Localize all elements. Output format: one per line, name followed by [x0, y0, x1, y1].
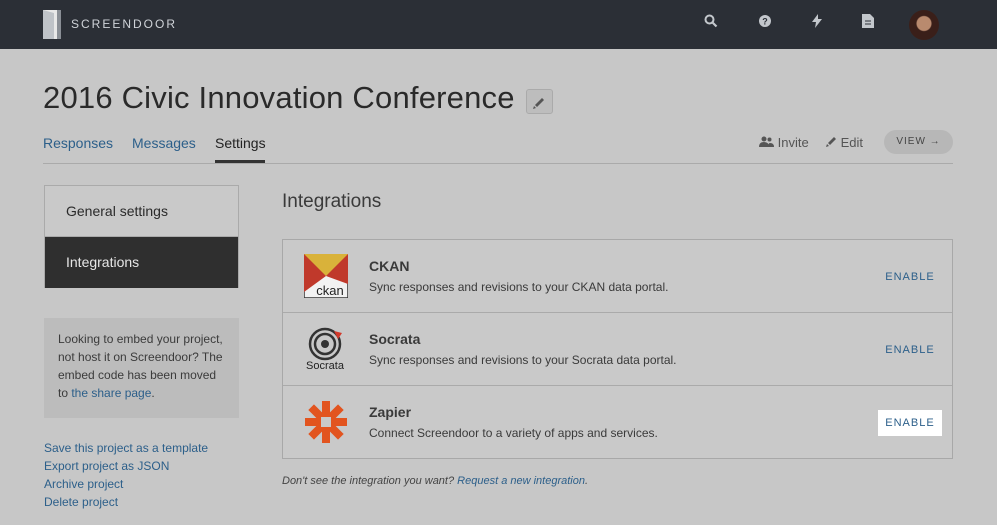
edit-label: Edit — [840, 135, 864, 150]
save-template-link[interactable]: Save this project as a template — [44, 441, 208, 455]
tab-settings[interactable]: Settings — [215, 135, 266, 151]
integration-name: Socrata — [369, 331, 421, 347]
user-avatar[interactable] — [909, 10, 939, 40]
tab-responses[interactable]: Responses — [43, 135, 113, 151]
socrata-logo-icon: Socrata — [306, 327, 345, 371]
svg-text:?: ? — [762, 17, 768, 27]
pencil-icon — [533, 98, 544, 109]
socrata-logo-text: Socrata — [306, 360, 345, 371]
settings-sidebar-menu: General settings Integrations — [44, 185, 239, 288]
footnote-text: Don't see the integration you want? — [282, 475, 458, 487]
zapier-logo-icon — [305, 401, 347, 443]
integration-description: Connect Screendoor to a variety of apps … — [369, 426, 658, 440]
enable-ckan-button[interactable]: ENABLE — [878, 264, 942, 290]
invite-label: Invite — [777, 135, 809, 150]
ckan-logo-icon: ckan — [304, 254, 348, 298]
brand-name[interactable]: SCREENDOOR — [71, 17, 177, 31]
page-title: 2016 Civic Innovation Conference — [43, 80, 515, 115]
share-page-link[interactable]: the share page — [71, 386, 151, 400]
sidebar-item-general-settings[interactable]: General settings — [45, 186, 238, 237]
integration-description: Sync responses and revisions to your CKA… — [369, 280, 669, 294]
bolt-icon[interactable] — [807, 14, 827, 34]
top-navbar: SCREENDOOR ? — [0, 0, 997, 49]
request-integration-link[interactable]: Request a new integration — [457, 475, 585, 487]
embed-note: Looking to embed your project, not host … — [44, 318, 239, 418]
integration-row-socrata: Socrata Socrata Sync responses and revis… — [283, 313, 952, 386]
pencil-icon — [826, 137, 836, 147]
integrations-list: ckan CKAN Sync responses and revisions t… — [282, 239, 953, 459]
request-integration-note: Don't see the integration you want? Requ… — [282, 475, 588, 487]
integration-row-zapier: Zapier Connect Screendoor to a variety o… — [283, 386, 952, 459]
integration-name: CKAN — [369, 258, 410, 274]
ckan-logo-text: ckan — [316, 283, 343, 298]
section-title: Integrations — [282, 191, 382, 212]
invite-button[interactable]: Invite — [759, 135, 809, 150]
view-button[interactable]: VIEW → — [884, 130, 953, 154]
edit-title-button[interactable] — [526, 89, 553, 114]
integration-description: Sync responses and revisions to your Soc… — [369, 353, 677, 367]
enable-zapier-button[interactable]: ENABLE — [878, 410, 942, 436]
users-icon — [759, 136, 774, 147]
tab-messages[interactable]: Messages — [132, 135, 196, 151]
archive-project-link[interactable]: Archive project — [44, 477, 123, 491]
edit-button[interactable]: Edit — [826, 135, 863, 150]
help-icon[interactable]: ? — [755, 14, 775, 34]
search-icon[interactable] — [701, 14, 721, 34]
embed-note-suffix: . — [151, 386, 155, 400]
document-icon[interactable] — [858, 14, 878, 34]
tabs-divider — [43, 163, 953, 164]
integration-name: Zapier — [369, 404, 412, 420]
export-json-link[interactable]: Export project as JSON — [44, 459, 169, 473]
delete-project-link[interactable]: Delete project — [44, 495, 118, 509]
integration-row-ckan: ckan CKAN Sync responses and revisions t… — [283, 240, 952, 313]
sidebar-item-integrations[interactable]: Integrations — [45, 237, 238, 288]
footnote-suffix: . — [584, 475, 589, 487]
screendoor-logo-icon[interactable] — [43, 10, 61, 39]
enable-socrata-button[interactable]: ENABLE — [878, 337, 942, 363]
